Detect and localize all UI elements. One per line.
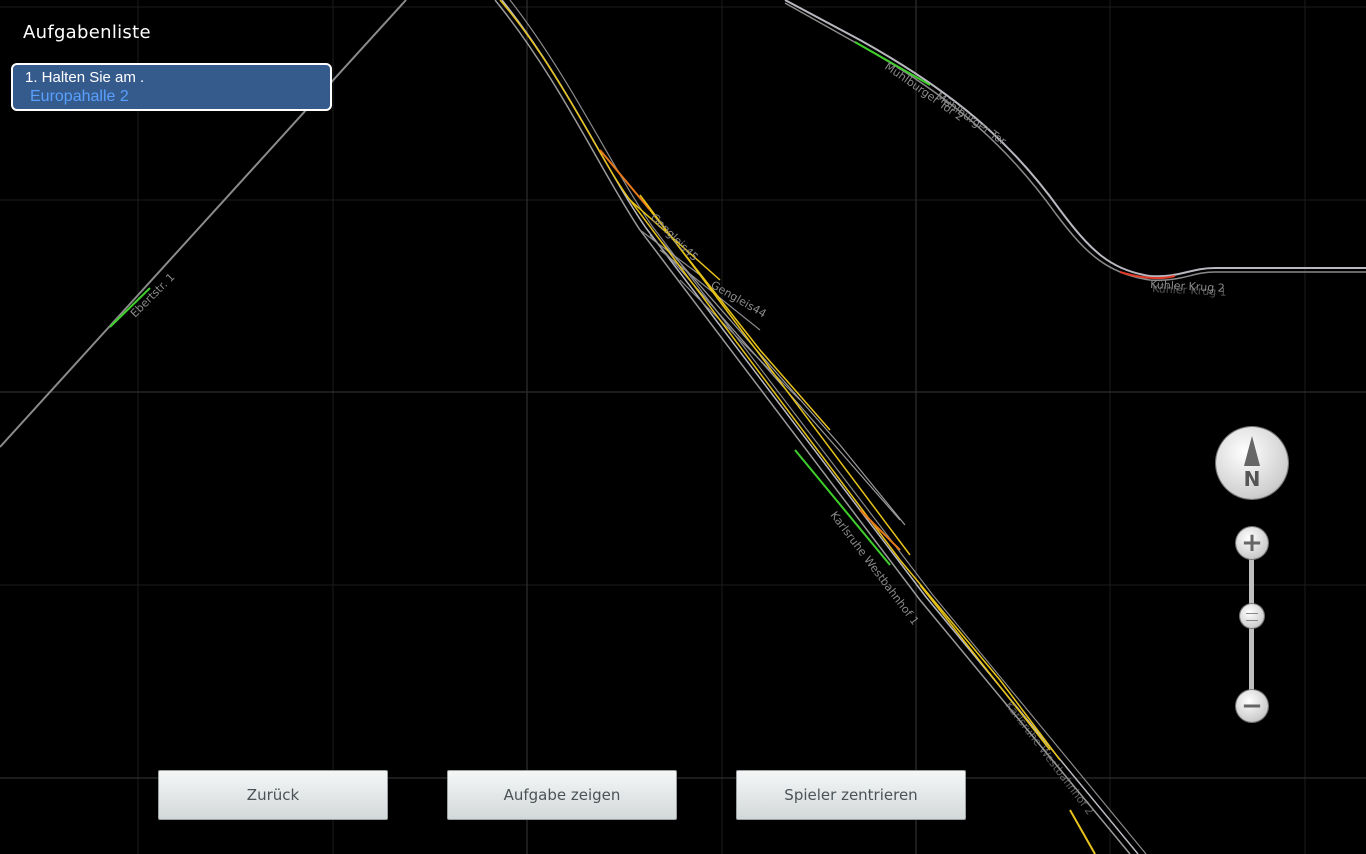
center-player-button[interactable]: Spieler zentrieren [736, 770, 966, 820]
track-main-corridor [494, 0, 1147, 854]
label-westbahnhof-2: Karlsruhe Westbahnhof 2 [1003, 699, 1097, 818]
show-task-button[interactable]: Aufgabe zeigen [447, 770, 677, 820]
task-target-link[interactable]: Europahalle 2 [25, 87, 318, 107]
map-grid [0, 0, 1366, 854]
network-map[interactable]: Ebertstr. 1 Mühlburger Tor 2 Mühlburger … [0, 0, 1366, 854]
task-text: 1. Halten Sie am . [25, 69, 145, 86]
plus-icon: + [1241, 528, 1263, 558]
map-grid-major [0, 0, 1366, 854]
zoom-in-button[interactable]: + [1236, 527, 1268, 559]
track-muehlburger-tor [784, 0, 1366, 282]
task-item[interactable]: 1. Halten Sie am . Europahalle 2 [11, 63, 332, 111]
zoom-slider-handle[interactable] [1240, 604, 1264, 628]
compass-icon[interactable]: N [1216, 427, 1288, 499]
task-list-title: Aufgabenliste [23, 22, 151, 43]
compass-needle-icon [1244, 436, 1260, 466]
label-kuehler-krug-1: Kühler Krug 1 [1152, 282, 1227, 299]
minus-icon: − [1241, 691, 1263, 721]
label-muehlburger-tor: Mühlburger Tor [933, 90, 1009, 148]
compass-letter: N [1243, 467, 1261, 491]
back-button[interactable]: Zurück [158, 770, 388, 820]
zoom-out-button[interactable]: − [1236, 690, 1268, 722]
